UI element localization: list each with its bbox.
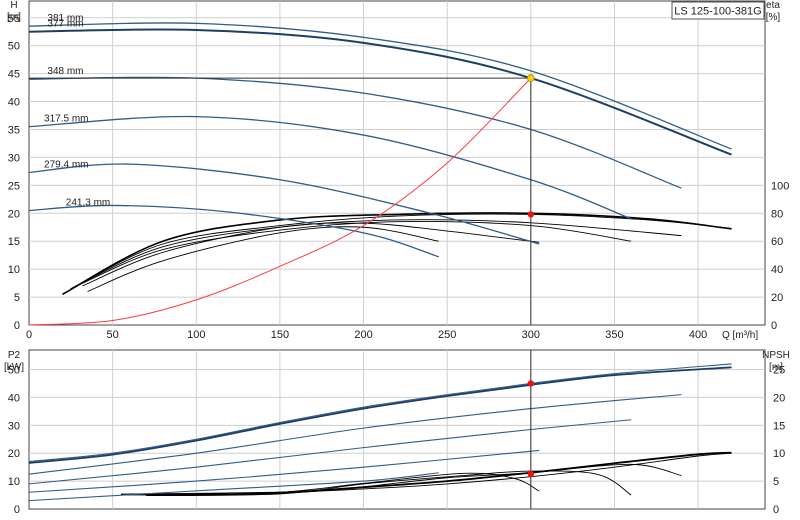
head-tick-label: 0 <box>14 320 20 332</box>
impeller-diameter-label: 377 mm <box>47 19 83 30</box>
npsh-tick-label: 10 <box>773 448 785 460</box>
eta-tick-label: 40 <box>771 264 783 276</box>
power-tick-label: 30 <box>8 420 20 432</box>
head-tick-label: 10 <box>8 264 20 276</box>
impeller-diameter-label: 317.5 mm <box>44 114 88 125</box>
npsh-axis-name: NPSH <box>762 350 790 361</box>
x-tick-label: 0 <box>26 329 32 341</box>
npsh-tick-label: 15 <box>773 420 785 432</box>
head-axis-name: H <box>10 0 17 11</box>
head-tick-label: 25 <box>8 180 20 192</box>
head-efficiency-panel: 0 50 100 150 200 250 300 350 4000510152025303540… <box>8 0 789 341</box>
head-tick-label: 50 <box>8 41 20 53</box>
x-tick-label: 300 <box>522 329 540 341</box>
x-tick-label: 400 <box>689 329 707 341</box>
head-plot-frame <box>28 0 766 326</box>
x-tick-label: 250 <box>438 329 456 341</box>
head-tick-label: 30 <box>8 152 20 164</box>
impeller-diameter-label: 279.4 mm <box>44 159 88 170</box>
eta-tick-label: 100 <box>771 180 789 192</box>
power-axis-name: P2 <box>8 350 21 361</box>
eta-axis-unit: [%] <box>766 12 781 23</box>
power-npsh-panel: 010203040500510152025 <box>8 349 785 516</box>
x-tick-label: 200 <box>354 329 372 341</box>
x-tick-label: 350 <box>605 329 623 341</box>
npsh-tick-label: 5 <box>773 476 779 488</box>
head-tick-label: 20 <box>8 208 20 220</box>
x-tick-label: 50 <box>107 329 119 341</box>
power-tick-label: 20 <box>8 448 20 460</box>
npsh-point-marker <box>527 470 535 478</box>
flow-axis-label: Q [m³/h] <box>722 330 758 341</box>
model-title: LS 125-100-381G <box>674 6 761 18</box>
eta-tick-label: 0 <box>771 320 777 332</box>
eta-tick-label: 60 <box>771 236 783 248</box>
impeller-diameter-label: 348 mm <box>47 66 83 77</box>
power-tick-label: 0 <box>14 504 20 516</box>
impeller-diameter-label: 241.3 mm <box>66 197 110 208</box>
x-tick-label: 100 <box>187 329 205 341</box>
eta-tick-label: 80 <box>771 208 783 220</box>
head-tick-label: 5 <box>14 292 20 304</box>
head-tick-label: 45 <box>8 69 20 81</box>
efficiency-point-marker <box>527 211 535 218</box>
npsh-axis-unit: [m] <box>769 362 783 373</box>
eta-axis-name: eta <box>766 0 780 11</box>
head-tick-label: 40 <box>8 97 20 109</box>
x-tick-label: 150 <box>271 329 289 341</box>
pump-performance-chart: 0 50 100 150 200 250 300 350 4000510152025303540… <box>4 0 790 516</box>
power-tick-label: 10 <box>8 476 20 488</box>
duty-point-marker <box>527 74 535 82</box>
eta-tick-label: 20 <box>771 292 783 304</box>
power-point-marker <box>527 380 535 387</box>
head-axis-unit: [m] <box>7 12 21 23</box>
head-tick-label: 35 <box>8 124 20 136</box>
npsh-tick-label: 0 <box>773 504 779 516</box>
power-axis-unit: [kW] <box>4 362 24 373</box>
power-tick-label: 40 <box>8 392 20 404</box>
npsh-tick-label: 20 <box>773 392 785 404</box>
head-tick-label: 15 <box>8 236 20 248</box>
